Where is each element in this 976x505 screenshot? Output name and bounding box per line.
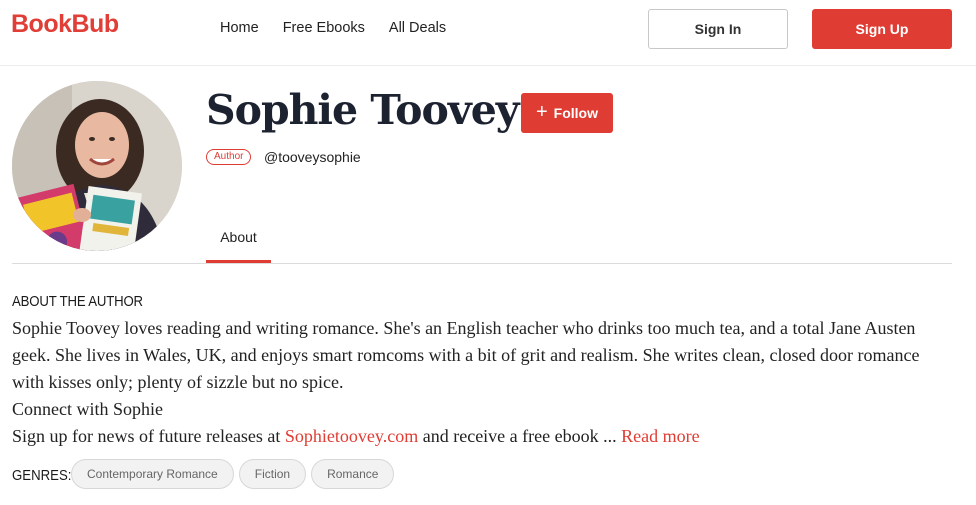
genres-label: GENRES: (12, 467, 72, 484)
website-link[interactable]: Sophietoovey.com (285, 426, 418, 446)
about-author-heading: ABOUT THE AUTHOR (12, 293, 143, 310)
author-bio: Sophie Toovey loves reading and writing … (12, 315, 952, 450)
author-handle: @tooveysophie (264, 149, 361, 165)
genre-chip-romance[interactable]: Romance (311, 459, 395, 489)
nav-free-ebooks-link[interactable]: Free Ebooks (283, 20, 365, 36)
plus-icon: + (535, 101, 548, 123)
sign-up-button[interactable]: Sign Up (812, 9, 952, 49)
tab-about[interactable]: About (206, 229, 271, 263)
main-nav: Home Free Ebooks All Deals (220, 20, 446, 36)
bio-signup-line: Sign up for news of future releases at S… (12, 423, 952, 450)
author-badge: Author (206, 149, 252, 165)
genre-list: Contemporary Romance Fiction Romance (71, 459, 395, 489)
tabs-divider (12, 263, 952, 264)
top-navigation-bar: BookBub Home Free Ebooks All Deals Sign … (0, 0, 976, 66)
follow-button[interactable]: + Follow (521, 93, 613, 133)
bookbub-logo[interactable]: BookBub (11, 10, 119, 39)
follow-label: Follow (553, 105, 598, 121)
nav-home-link[interactable]: Home (220, 20, 259, 36)
author-name-heading: Sophie Toovey (206, 86, 520, 134)
bio-connect-line: Connect with Sophie (12, 399, 163, 419)
signup-prefix: Sign up for news of future releases at (12, 426, 285, 446)
nav-all-deals-link[interactable]: All Deals (389, 20, 446, 36)
signup-suffix: and receive a free ebook ... (418, 426, 622, 446)
genre-chip-contemporary-romance[interactable]: Contemporary Romance (71, 459, 234, 489)
bio-paragraph: Sophie Toovey loves reading and writing … (12, 318, 920, 392)
sign-in-button[interactable]: Sign In (648, 9, 788, 49)
author-avatar (12, 81, 182, 251)
read-more-link[interactable]: Read more (621, 426, 699, 446)
genre-chip-fiction[interactable]: Fiction (238, 459, 307, 489)
